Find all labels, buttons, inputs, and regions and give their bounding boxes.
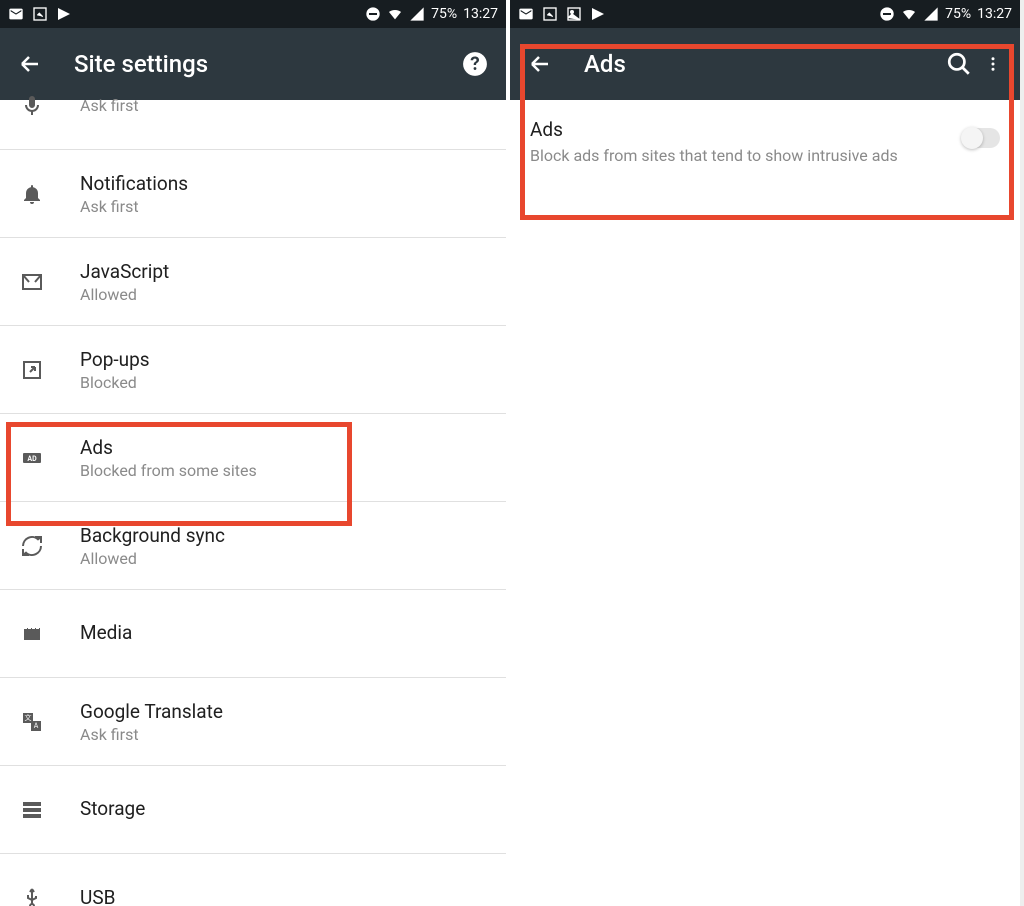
time-text: 13:27	[977, 6, 1012, 22]
search-icon[interactable]	[946, 51, 972, 77]
item-title: JavaScript	[80, 260, 486, 283]
ads-title: Ads	[530, 118, 950, 141]
settings-list: Ask first Notifications Ask first JavaSc…	[0, 100, 506, 906]
item-title: Storage	[80, 797, 486, 820]
svg-text:A: A	[34, 722, 39, 730]
list-item-storage[interactable]: Storage	[0, 766, 506, 854]
list-item-media[interactable]: Media	[0, 590, 506, 678]
image-icon	[32, 6, 48, 22]
page-title: Site settings	[74, 50, 450, 78]
ads-toggle[interactable]	[962, 128, 1000, 148]
item-sub: Ask first	[80, 96, 506, 115]
gallery-icon	[566, 6, 582, 22]
mail-icon	[8, 6, 24, 22]
list-item-background-sync[interactable]: Background sync Allowed	[0, 502, 506, 590]
left-screen: 75% 13:27 Site settings Ask first Notifi…	[0, 0, 510, 906]
list-item-usb[interactable]: USB	[0, 854, 506, 906]
more-icon[interactable]	[984, 51, 1002, 77]
ad-icon: AD	[20, 446, 44, 470]
ads-setting-card: Ads Block ads from sites that tend to sh…	[510, 100, 1020, 185]
battery-text: 75%	[431, 6, 457, 22]
javascript-icon	[20, 270, 44, 294]
play-store-icon	[590, 6, 606, 22]
image-icon	[542, 6, 558, 22]
help-icon[interactable]	[462, 51, 488, 77]
wifi-icon	[901, 6, 917, 22]
app-bar: Site settings	[0, 28, 506, 100]
item-title: Ads	[80, 436, 486, 459]
mail-icon	[518, 6, 534, 22]
usb-icon	[20, 886, 44, 906]
microphone-icon	[20, 94, 44, 118]
signal-icon	[923, 6, 939, 22]
item-title: Pop-ups	[80, 348, 486, 371]
storage-icon	[20, 798, 44, 822]
item-sub: Ask first	[80, 197, 486, 216]
status-bar: 75% 13:27	[510, 0, 1020, 28]
item-title: Background sync	[80, 524, 486, 547]
translate-icon: 文A	[20, 710, 44, 734]
list-item-javascript[interactable]: JavaScript Allowed	[0, 238, 506, 326]
toggle-thumb	[961, 127, 983, 149]
svg-text:AD: AD	[27, 455, 37, 463]
app-bar: Ads	[510, 28, 1020, 100]
back-icon[interactable]	[528, 52, 552, 76]
media-icon	[20, 622, 44, 646]
dnd-icon	[879, 6, 895, 22]
item-title: Notifications	[80, 172, 486, 195]
sync-icon	[20, 534, 44, 558]
list-item-translate[interactable]: 文A Google Translate Ask first	[0, 678, 506, 766]
list-item-notifications[interactable]: Notifications Ask first	[0, 150, 506, 238]
item-title: Google Translate	[80, 700, 486, 723]
battery-text: 75%	[945, 6, 971, 22]
popup-icon	[20, 358, 44, 382]
status-bar: 75% 13:27	[0, 0, 506, 28]
list-item-microphone[interactable]: Ask first	[0, 100, 506, 150]
item-sub: Blocked	[80, 373, 486, 392]
back-icon[interactable]	[18, 52, 42, 76]
wifi-icon	[387, 6, 403, 22]
signal-icon	[409, 6, 425, 22]
svg-text:文: 文	[25, 713, 32, 722]
page-title: Ads	[584, 50, 934, 78]
bell-icon	[20, 182, 44, 206]
item-sub: Blocked from some sites	[80, 461, 486, 480]
time-text: 13:27	[463, 6, 498, 22]
item-title: Media	[80, 621, 486, 644]
list-item-popups[interactable]: Pop-ups Blocked	[0, 326, 506, 414]
item-sub: Allowed	[80, 285, 486, 304]
item-sub: Ask first	[80, 725, 486, 744]
dnd-icon	[365, 6, 381, 22]
right-screen: 75% 13:27 Ads Ads Block ads from sites t…	[510, 0, 1020, 906]
list-item-ads[interactable]: AD Ads Blocked from some sites	[0, 414, 506, 502]
item-title: USB	[80, 886, 486, 906]
ads-description: Block ads from sites that tend to show i…	[530, 145, 950, 167]
play-store-icon	[56, 6, 72, 22]
item-sub: Allowed	[80, 549, 486, 568]
